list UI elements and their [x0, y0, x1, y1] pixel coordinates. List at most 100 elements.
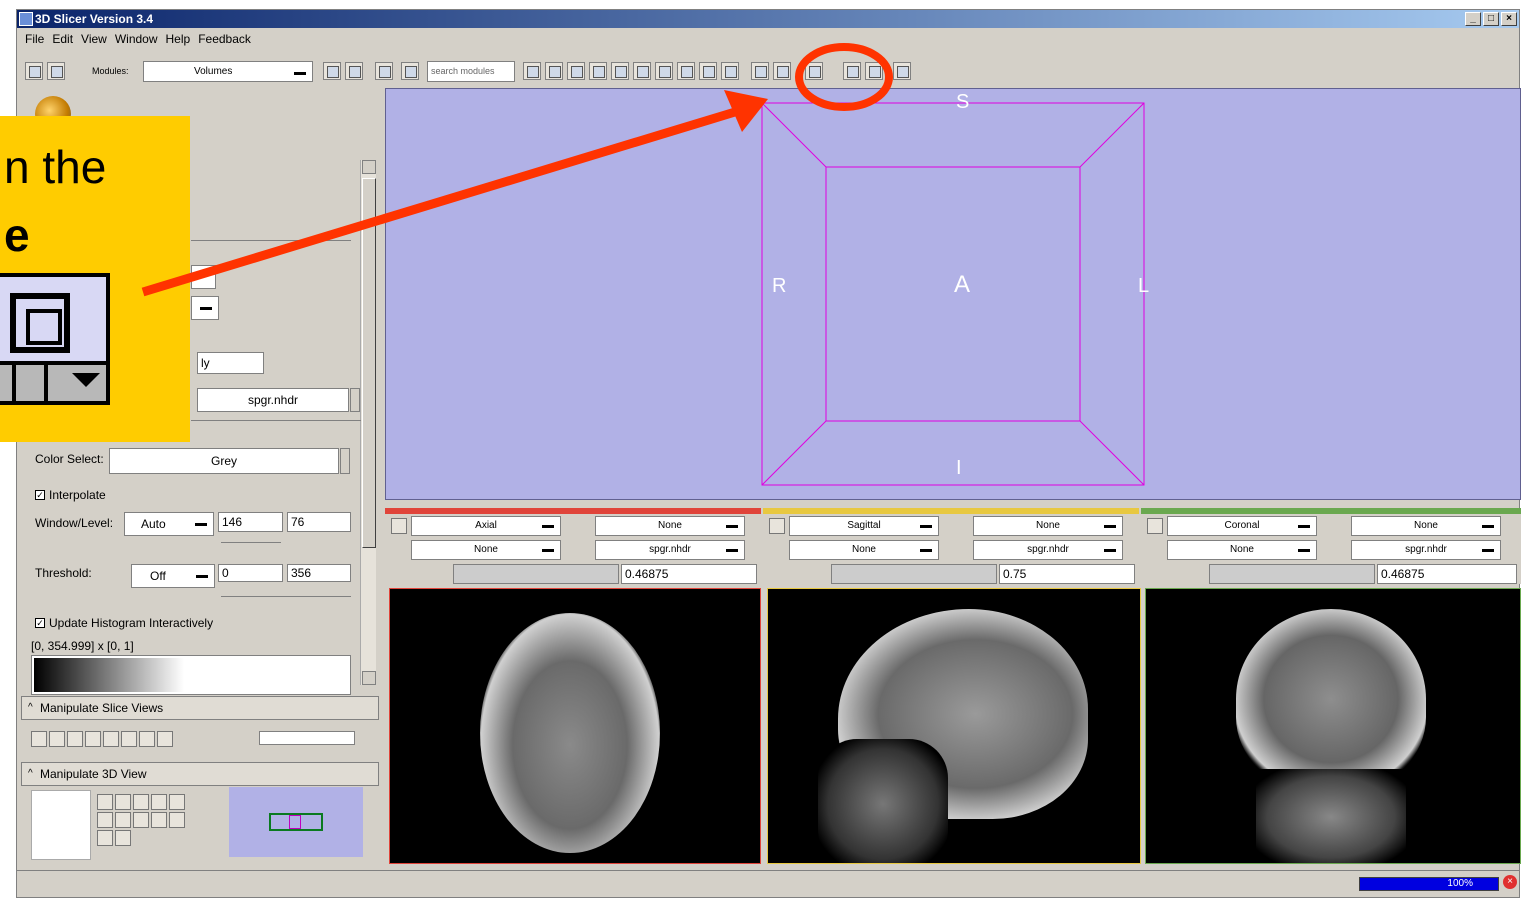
update-histogram-checkbox[interactable]: ✓ [35, 618, 45, 628]
module-history-button[interactable] [375, 62, 393, 80]
coronal-offset-slider[interactable] [1209, 564, 1375, 584]
axial-offset-slider[interactable] [453, 564, 619, 584]
rotate-icon[interactable] [97, 794, 113, 810]
refresh-icon[interactable] [893, 62, 911, 80]
panel-combo[interactable] [191, 296, 219, 320]
lookfrom-icon[interactable] [115, 830, 131, 846]
sagittal-offset-value[interactable]: 0.75 [999, 564, 1135, 584]
sagittal-offset-slider[interactable] [831, 564, 997, 584]
threshold-low-input[interactable]: 0 [218, 564, 283, 582]
color-select-spinner[interactable] [340, 448, 350, 474]
manipulate-3d-view-section[interactable]: Manipulate 3D View [21, 762, 379, 786]
scroll-down-icon[interactable] [362, 671, 376, 685]
volume-select-spinner[interactable] [350, 388, 360, 412]
anchor-icon[interactable] [151, 812, 167, 828]
camera-icon[interactable] [133, 794, 149, 810]
box-icon[interactable] [97, 812, 113, 828]
pan-icon[interactable] [115, 794, 131, 810]
slice-icon-2[interactable] [49, 731, 65, 747]
module-icon-1[interactable] [523, 62, 541, 80]
axial-background-select[interactable]: spgr.nhdr [595, 540, 745, 560]
slice-icon-6[interactable] [121, 731, 137, 747]
menu-help[interactable]: Help [166, 29, 199, 49]
menu-view[interactable]: View [81, 29, 115, 49]
undo-icon[interactable] [751, 62, 769, 80]
place-mode-icon[interactable] [865, 62, 883, 80]
module-icon-10[interactable] [721, 62, 739, 80]
coronal-foreground-select[interactable]: None [1351, 516, 1501, 536]
interpolate-checkbox[interactable]: ✓ [35, 490, 45, 500]
sagittal-label-select[interactable]: None [789, 540, 939, 560]
sagittal-foreground-select[interactable]: None [973, 516, 1123, 536]
module-icon-8[interactable] [677, 62, 695, 80]
module-icon-6[interactable] [633, 62, 651, 80]
maximize-button[interactable]: □ [1483, 12, 1499, 26]
view-layout-icon[interactable] [805, 62, 823, 80]
menu-feedback[interactable]: Feedback [198, 29, 259, 49]
search-modules-input[interactable]: search modules [427, 61, 515, 82]
module-icon-4[interactable] [589, 62, 607, 80]
scroll-up-icon[interactable] [362, 160, 376, 174]
module-icon-3[interactable] [567, 62, 585, 80]
screenshot-icon[interactable] [97, 830, 113, 846]
module-icon-5[interactable] [611, 62, 629, 80]
window-value-input[interactable]: 146 [218, 512, 283, 532]
sagittal-slice-view[interactable] [767, 588, 1141, 864]
load-scene-button[interactable] [25, 62, 43, 80]
3d-view[interactable]: S I R L A [385, 88, 1521, 500]
level-value-input[interactable]: 76 [287, 512, 351, 532]
coronal-pin-icon[interactable] [1147, 518, 1163, 534]
sagittal-orientation-select[interactable]: Sagittal [789, 516, 939, 536]
coronal-label-select[interactable]: None [1167, 540, 1317, 560]
spin-icon[interactable] [169, 794, 185, 810]
coronal-offset-value[interactable]: 0.46875 [1377, 564, 1517, 584]
threshold-mode-select[interactable]: Off [131, 564, 215, 588]
slice-icon-4[interactable] [85, 731, 101, 747]
prev-module-button[interactable] [323, 62, 341, 80]
scroll-thumb[interactable] [362, 178, 376, 548]
save-scene-button[interactable] [47, 62, 65, 80]
zoom-out-icon[interactable] [133, 812, 149, 828]
crosshair-icon[interactable] [139, 731, 155, 747]
mouse-mode-icon[interactable] [843, 62, 861, 80]
view3d-thumbnail[interactable] [229, 787, 363, 857]
minimize-button[interactable]: _ [1465, 12, 1481, 26]
module-search-icon[interactable] [401, 62, 419, 80]
coronal-background-select[interactable]: spgr.nhdr [1351, 540, 1501, 560]
snapshot-icon[interactable] [115, 812, 131, 828]
menu-edit[interactable]: Edit [52, 29, 81, 49]
volume-select[interactable]: spgr.nhdr [197, 388, 349, 412]
slice-fov-slider[interactable] [259, 731, 355, 745]
color-select[interactable]: Grey [109, 448, 339, 474]
axial-label-select[interactable]: None [411, 540, 561, 560]
error-log-icon[interactable]: × [1503, 875, 1517, 889]
axial-slice-view[interactable] [389, 588, 761, 864]
threshold-high-input[interactable]: 356 [287, 564, 351, 582]
coronal-orientation-select[interactable]: Coronal [1167, 516, 1317, 536]
module-icon-2[interactable] [545, 62, 563, 80]
axial-offset-value[interactable]: 0.46875 [621, 564, 757, 584]
panel-scrollbar[interactable] [360, 160, 376, 685]
module-select[interactable]: Volumes [143, 61, 313, 82]
slice-icon-3[interactable] [67, 731, 83, 747]
close-button[interactable]: × [1501, 12, 1517, 26]
slice-icon-8[interactable] [157, 731, 173, 747]
sagittal-pin-icon[interactable] [769, 518, 785, 534]
menu-file[interactable]: File [25, 29, 52, 49]
module-icon-7[interactable] [655, 62, 673, 80]
axial-foreground-select[interactable]: None [595, 516, 745, 536]
next-module-button[interactable] [345, 62, 363, 80]
sagittal-background-select[interactable]: spgr.nhdr [973, 540, 1123, 560]
histogram-display[interactable] [31, 655, 351, 695]
window-level-mode-select[interactable]: Auto [124, 512, 214, 536]
panel-field[interactable] [191, 265, 216, 289]
menu-window[interactable]: Window [115, 29, 166, 49]
zoom-in-icon[interactable] [151, 794, 167, 810]
axial-orientation-select[interactable]: Axial [411, 516, 561, 536]
redo-icon[interactable] [773, 62, 791, 80]
slice-visibility-icon[interactable] [31, 731, 47, 747]
coronal-slice-view[interactable] [1145, 588, 1521, 864]
orientation-widget[interactable] [31, 790, 91, 860]
slice-icon-5[interactable] [103, 731, 119, 747]
axial-pin-icon[interactable] [391, 518, 407, 534]
